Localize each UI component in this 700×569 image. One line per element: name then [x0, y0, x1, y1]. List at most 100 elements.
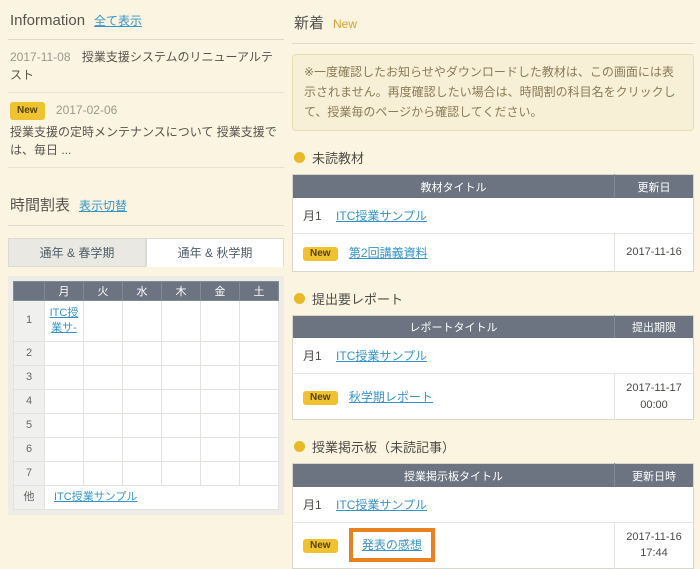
column-header-update-datetime: 更新日時 — [615, 464, 694, 487]
timetable-course-link[interactable]: ITC授業サ- — [50, 307, 79, 334]
right-column: 新着 New ※一度確認したお知らせやダウンロードした教材は、この画面には表示さ… — [292, 8, 694, 569]
timetable-cell — [84, 301, 123, 342]
timetable-cell — [84, 366, 123, 390]
timetable-cell — [240, 390, 279, 414]
news-date: 2017-02-06 — [56, 103, 117, 117]
period-label: 4 — [14, 390, 45, 414]
course-row: 月1 ITC授業サンプル — [293, 198, 694, 234]
course-period: 月1 — [303, 349, 322, 363]
show-all-link[interactable]: 全て表示 — [94, 12, 142, 29]
timetable-cell — [84, 390, 123, 414]
section-heading-unread-materials: 未読教材 — [294, 148, 694, 167]
report-link[interactable]: 秋学期レポート — [349, 390, 433, 404]
column-header-update-date: 更新日 — [615, 175, 694, 198]
new-badge: New — [303, 247, 338, 261]
information-title: Information — [10, 12, 85, 29]
news-date: 2017-11-08 — [10, 50, 71, 64]
news-body: 授業支援の定時メンテナンスについて 授業支援では、毎日 ... — [10, 123, 282, 159]
bullet-icon — [294, 293, 305, 304]
timetable: 月 火 水 木 金 土 1ITC授業サ-234567他ITC授業サンプル — [13, 281, 279, 510]
timetable-cell — [201, 414, 240, 438]
section-heading-reports-due: 提出要レポート — [294, 289, 694, 308]
timetable-cell — [240, 414, 279, 438]
timetable-cell — [45, 462, 84, 486]
day-header-tue: 火 — [84, 282, 123, 301]
timetable-day-header-row: 月 火 水 木 金 土 — [14, 282, 279, 301]
timetable-body: 1ITC授業サ-234567他ITC授業サンプル — [14, 301, 279, 510]
item-date: 2017-11-16 17:44 — [615, 522, 694, 568]
period-label: 7 — [14, 462, 45, 486]
news-item: New 2017-02-06 授業支援の定時メンテナンスについて 授業支援では、… — [8, 93, 284, 168]
period-label: 5 — [14, 414, 45, 438]
day-header-fri: 金 — [201, 282, 240, 301]
column-header-material-title: 教材タイトル — [293, 175, 615, 198]
day-header-sat: 土 — [240, 282, 279, 301]
column-header-report-title: レポートタイトル — [293, 315, 615, 338]
timetable-cell — [162, 342, 201, 366]
reports-due-table: レポートタイトル 提出期限 月1 ITC授業サンプル New 秋学期レポート 2… — [292, 315, 694, 421]
unread-materials-table: 教材タイトル 更新日 月1 ITC授業サンプル New 第2回講義資料 2017… — [292, 174, 694, 272]
whats-new-title: 新着 — [294, 12, 324, 33]
timetable-cell — [123, 438, 162, 462]
timetable-cell — [162, 390, 201, 414]
tab-fall-semester[interactable]: 通年 & 秋学期 — [146, 238, 284, 267]
timetable-cell — [201, 390, 240, 414]
timetable-cell — [123, 301, 162, 342]
timetable-wrapper: 月 火 水 木 金 土 1ITC授業サ-234567他ITC授業サンプル — [8, 276, 284, 515]
item-date: 2017-11-17 00:00 — [615, 374, 694, 420]
timetable-cell — [162, 462, 201, 486]
timetable-row: 4 — [14, 390, 279, 414]
course-link[interactable]: ITC授業サンプル — [336, 498, 427, 512]
section-heading-label: 授業掲示板（未読記事） — [312, 437, 455, 456]
section-heading-label: 未読教材 — [312, 148, 364, 167]
bulletin-article-link[interactable]: 発表の感想 — [362, 538, 422, 552]
section-heading-label: 提出要レポート — [312, 289, 403, 308]
tab-spring-semester[interactable]: 通年 & 春学期 — [8, 238, 146, 267]
timetable-cell — [84, 342, 123, 366]
timetable-cell — [162, 366, 201, 390]
timetable-cell — [45, 414, 84, 438]
notice-box: ※一度確認したお知らせやダウンロードした教材は、この画面には表示されません。再度… — [292, 54, 694, 131]
item-row: New 秋学期レポート 2017-11-17 00:00 — [293, 374, 694, 420]
course-link[interactable]: ITC授業サンプル — [336, 209, 427, 223]
timetable-cell — [123, 342, 162, 366]
column-header-deadline: 提出期限 — [615, 315, 694, 338]
news-item: 2017-11-08 授業支援システムのリニューアルテスト — [8, 40, 284, 93]
period-label: 他 — [14, 486, 45, 510]
timetable-cell — [162, 414, 201, 438]
timetable-cell — [201, 438, 240, 462]
timetable-cell — [84, 438, 123, 462]
timetable-corner-cell — [14, 282, 45, 301]
period-label: 1 — [14, 301, 45, 342]
bullet-icon — [294, 152, 305, 163]
timetable-row: 6 — [14, 438, 279, 462]
timetable-cell — [240, 438, 279, 462]
timetable-other-cell: ITC授業サンプル — [45, 486, 279, 510]
timetable-cell — [123, 366, 162, 390]
semester-tabs: 通年 & 春学期 通年 & 秋学期 — [8, 238, 284, 267]
new-badge: New — [303, 391, 338, 405]
timetable-cell — [162, 301, 201, 342]
material-link[interactable]: 第2回講義資料 — [349, 246, 428, 260]
annotation-highlight-box: 発表の感想 — [349, 528, 435, 562]
timetable-cell — [201, 342, 240, 366]
timetable-cell — [45, 342, 84, 366]
item-row: New 第2回講義資料 2017-11-16 — [293, 233, 694, 271]
timetable-cell — [123, 390, 162, 414]
timetable-other-course-link[interactable]: ITC授業サンプル — [54, 491, 137, 503]
timetable-cell — [45, 438, 84, 462]
timetable-cell — [240, 301, 279, 342]
course-link[interactable]: ITC授業サンプル — [336, 349, 427, 363]
timetable-row: 7 — [14, 462, 279, 486]
timetable-row: 他 ITC授業サンプル — [14, 486, 279, 510]
period-label: 2 — [14, 342, 45, 366]
timetable-cell — [123, 414, 162, 438]
whats-new-subtitle: New — [333, 17, 357, 31]
timetable-cell — [201, 462, 240, 486]
new-badge: New — [303, 539, 338, 553]
bullet-icon — [294, 441, 305, 452]
display-toggle-link[interactable]: 表示切替 — [79, 197, 127, 214]
timetable-cell — [240, 342, 279, 366]
bulletin-board-table: 授業掲示板タイトル 更新日時 月1 ITC授業サンプル New 発表の感想 20… — [292, 463, 694, 569]
timetable-header: 時間割表 表示切替 — [8, 190, 284, 226]
